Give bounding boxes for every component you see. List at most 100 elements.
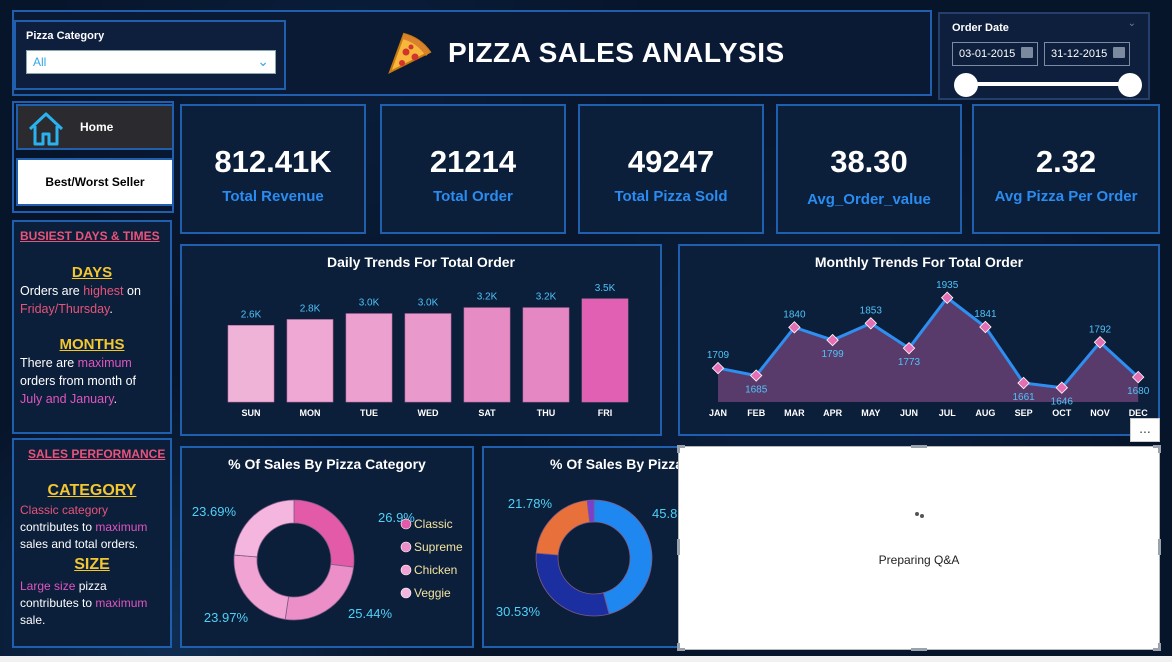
data-label: 1685 (745, 385, 768, 396)
resize-handle[interactable] (911, 445, 927, 448)
calendar-icon[interactable] (1113, 47, 1125, 58)
x-tick-label: SUN (241, 408, 260, 418)
x-tick-label: MAR (784, 408, 805, 418)
sales-by-category-chart: % Of Sales By Pizza Category 26.9% 25.44%… (180, 446, 474, 648)
x-tick-label: DEC (1129, 408, 1149, 418)
x-tick-label: MON (300, 408, 321, 418)
qna-visual[interactable]: Preparing Q&A (677, 445, 1161, 651)
pizza-category-slicer[interactable]: Pizza Category All ⌄ (14, 20, 286, 90)
resize-handle[interactable] (1158, 539, 1161, 555)
size-text: Large size pizza contributes to maximum … (20, 578, 147, 629)
data-label: 2.8K (300, 303, 321, 314)
daily-trends-plot: 2.6K SUN 2.8K MON 3.0K TUE 3.0K WED 3.2K SAT 3.2K T… (227, 283, 629, 418)
data-label: 1841 (974, 309, 997, 320)
resize-handle[interactable] (677, 539, 680, 555)
monthly-trends-chart: Monthly Trends For Total Order 1709 JAN 16… (678, 244, 1160, 436)
monthly-trends-plot: 1709 JAN 1685 FEB 1840 MAR 1799 APR 1853 MAY 1773 J… (707, 280, 1150, 418)
date-range-end-handle[interactable] (1118, 73, 1142, 97)
kpi-total-pizza-sold: 49247 Total Pizza Sold (578, 104, 764, 234)
data-label: 23.69% (192, 504, 237, 519)
text-highlight: Classic category (20, 503, 109, 517)
date-range-track[interactable] (966, 82, 1132, 86)
x-tick-label: THU (537, 408, 556, 418)
resize-handle[interactable] (1158, 643, 1161, 651)
home-button[interactable]: Home (16, 104, 174, 150)
data-label: 3.0K (418, 298, 439, 309)
text-run: contributes to (20, 596, 96, 610)
days-title: DAYS (71, 264, 113, 281)
x-tick-label: MAY (861, 408, 880, 418)
best-worst-seller-button[interactable]: Best/Worst Seller (16, 158, 174, 206)
resize-handle[interactable] (911, 648, 927, 651)
data-label: 23.97% (204, 610, 249, 625)
kpi-value: 2.32 (1035, 144, 1097, 179)
kpi-value: 21214 (429, 144, 517, 179)
text-highlight: maximum (95, 520, 148, 534)
data-label: 3.5K (595, 283, 616, 294)
data-label: 45.8 (652, 506, 677, 521)
size-title: SIZE (74, 556, 110, 573)
kpi-avg-pizza-per-order: 2.32 Avg Pizza Per Order (972, 104, 1160, 234)
chevron-down-icon[interactable]: ⌄ (1128, 18, 1136, 29)
legend-label: Chicken (414, 563, 457, 577)
text-highlight: maximum (95, 596, 148, 610)
order-date-label: Order Date (952, 22, 1009, 34)
kpi-avg-order-value: 38.30 Avg_Order_value (776, 104, 962, 234)
bar-mark (581, 298, 629, 403)
kpi-label: Avg_Order_value (807, 191, 931, 208)
resize-handle[interactable] (677, 445, 680, 453)
x-tick-label: JUL (939, 408, 957, 418)
x-tick-label: FRI (598, 408, 613, 418)
legend-swatch (400, 564, 412, 576)
kpi-value: 49247 (627, 144, 715, 179)
bar-mark (286, 319, 334, 403)
text-run: on (123, 284, 141, 298)
pizza-category-dropdown[interactable]: All ⌄ (26, 50, 276, 74)
data-label: 3.0K (359, 298, 380, 309)
busiest-days-panel: BUSIEST DAYS & TIMES DAYS Orders are hig… (12, 220, 172, 434)
calendar-icon[interactable] (1021, 47, 1033, 58)
more-options-button[interactable]: ... (1130, 418, 1160, 442)
data-label: 2.6K (241, 309, 262, 320)
data-label: 1773 (898, 357, 921, 368)
text-highlight: highest (83, 284, 124, 298)
kpi-value: 38.30 (830, 144, 908, 179)
pizza-category-label: Pizza Category (26, 30, 105, 42)
chevron-down-icon[interactable]: ⌄ (257, 53, 269, 70)
resize-handle[interactable] (677, 643, 680, 651)
x-tick-label: FEB (747, 408, 766, 418)
data-label: 21.78% (508, 496, 553, 511)
legend-label: Veggie (414, 586, 451, 600)
pie-slice (293, 499, 355, 568)
data-label: 30.53% (496, 604, 541, 619)
data-label: 3.2K (477, 292, 498, 303)
legend-label: Classic (414, 517, 453, 531)
bar-mark (227, 325, 275, 403)
order-date-slicer[interactable]: Order Date ⌄ 03-01-2015 31-12-2015 (938, 12, 1150, 100)
start-date-value: 03-01-2015 (959, 48, 1016, 60)
pizza-category-value: All (33, 55, 47, 69)
pie-slice (284, 563, 355, 621)
legend-label: Supreme (414, 540, 463, 554)
sales-by-size-plot: 45.8 30.53% 21.78% (496, 496, 677, 619)
area-fill (718, 297, 1139, 402)
kpi-label: Total Pizza Sold (614, 188, 728, 205)
kpi-label: Total Order (433, 188, 513, 205)
text-run: sale. (20, 613, 46, 627)
qna-status: Preparing Q&A (878, 553, 960, 567)
bar-mark (345, 313, 393, 403)
kpi-value: 812.41K (214, 144, 332, 179)
x-tick-label: JUN (900, 408, 918, 418)
data-label: 1840 (783, 309, 806, 320)
text-highlight: maximum (77, 356, 132, 370)
text-highlight: Large size (20, 579, 76, 593)
x-tick-label: TUE (360, 408, 378, 418)
end-date-value: 31-12-2015 (1051, 48, 1108, 60)
date-range-start-handle[interactable] (954, 73, 978, 97)
end-date-input[interactable]: 31-12-2015 (1044, 42, 1130, 66)
start-date-input[interactable]: 03-01-2015 (952, 42, 1038, 66)
data-label: 1799 (821, 349, 844, 360)
text-highlight: July and January (20, 392, 114, 406)
resize-handle[interactable] (1158, 445, 1161, 453)
sales-by-size-chart: % Of Sales By Pizza 45.8 30.53% 21.78% (482, 446, 682, 648)
